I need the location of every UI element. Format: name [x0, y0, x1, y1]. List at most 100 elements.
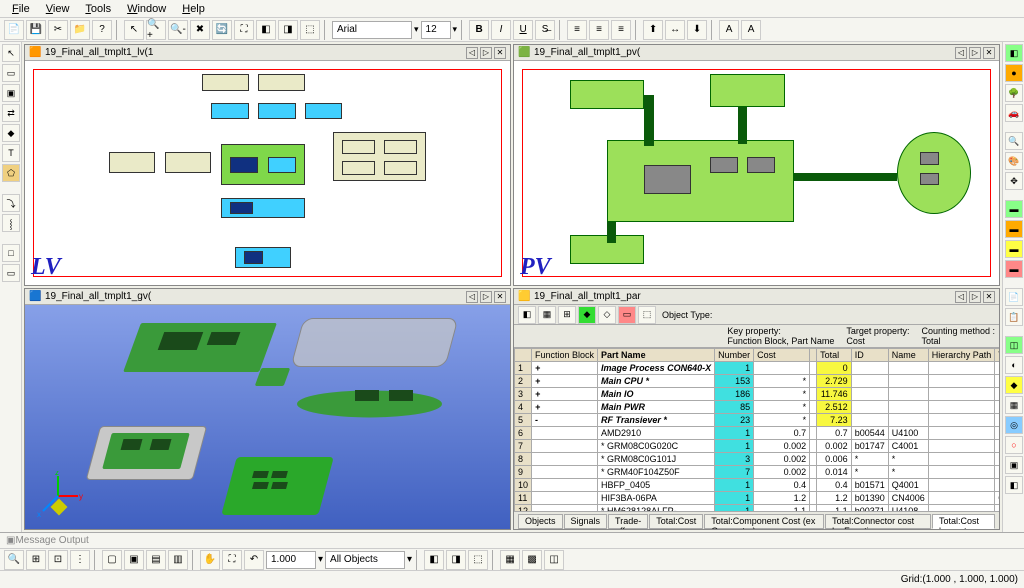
zoom-in-icon[interactable]: 🔍+ [146, 20, 166, 40]
folder-icon[interactable]: 📁 [70, 20, 90, 40]
par-tab[interactable]: Total:Connector cost by Function [825, 514, 931, 529]
rect-icon[interactable]: □ [2, 244, 20, 262]
zoom-input[interactable] [266, 551, 316, 569]
move-icon[interactable]: ✥ [1005, 172, 1023, 190]
text-icon[interactable]: T [2, 144, 20, 162]
view3-icon[interactable]: ⬚ [300, 20, 320, 40]
lv-close[interactable]: ✕ [494, 47, 506, 59]
pv-close[interactable]: ✕ [983, 47, 995, 59]
save-icon[interactable]: 💾 [26, 20, 46, 40]
par-tab[interactable]: Total:Cost [649, 514, 703, 529]
align-mid-icon[interactable]: ↔ [665, 20, 685, 40]
font-size-input[interactable] [421, 21, 451, 39]
doc2-icon[interactable]: 📋 [1005, 308, 1023, 326]
bold-icon[interactable]: B [469, 20, 489, 40]
par-btn5[interactable]: ◇ [598, 306, 616, 324]
axes-gizmo[interactable]: y z x [33, 471, 83, 521]
table-row[interactable]: 3+Main IO 186*11.746 [515, 388, 1000, 401]
menu-file[interactable]: File [4, 1, 38, 17]
bt-sq2-icon[interactable]: ▣ [124, 550, 144, 570]
align-center-icon[interactable]: ≡ [589, 20, 609, 40]
bt-grid1-icon[interactable]: ⊞ [26, 550, 46, 570]
bt-v5-icon[interactable]: ▩ [522, 550, 542, 570]
par-tab[interactable]: Signals [564, 514, 608, 529]
table-row[interactable]: 5-RF Transiever *23*7.23 [515, 414, 1000, 427]
par-tab[interactable]: Total:Component Cost (ex Connector) [704, 514, 824, 529]
view1-icon[interactable]: ◧ [256, 20, 276, 40]
pv-left-arrow[interactable]: ◁ [955, 47, 967, 59]
font-name-input[interactable] [332, 21, 412, 39]
cut-icon[interactable]: ✂ [48, 20, 68, 40]
grid-icon[interactable]: ▦ [1005, 396, 1023, 414]
table-row[interactable]: 6 AMD291010.70.7b00544U4100Electric Comp… [515, 427, 1000, 440]
star-icon[interactable]: ◆ [1005, 376, 1023, 394]
bt-sep-icon[interactable]: ⋮ [70, 550, 90, 570]
filter-input[interactable] [325, 551, 405, 569]
par-tab[interactable]: Trade-off [608, 514, 648, 529]
component-icon[interactable]: ▣ [2, 84, 20, 102]
bg-color-icon[interactable]: A [741, 20, 761, 40]
menu-view[interactable]: View [38, 1, 78, 17]
gv-canvas[interactable]: y z x [25, 305, 510, 529]
bt-crop-icon[interactable]: ⛶ [222, 550, 242, 570]
tree-icon[interactable]: 🌳 [1005, 84, 1023, 102]
par-btn1[interactable]: ◧ [518, 306, 536, 324]
par-tab[interactable]: Total:Cost by part [932, 514, 995, 529]
block-icon[interactable]: ▭ [2, 64, 20, 82]
bt-sq4-icon[interactable]: ▥ [168, 550, 188, 570]
wire-icon[interactable]: ⸾ [2, 214, 20, 232]
lv-left-arrow[interactable]: ◁ [466, 47, 478, 59]
gv-right-arrow[interactable]: ▷ [480, 291, 492, 303]
shape-icon[interactable]: ⬠ [2, 164, 20, 182]
layer2-icon[interactable]: ▬ [1005, 220, 1023, 238]
misc2-icon[interactable]: ◧ [1005, 476, 1023, 494]
par-btn3[interactable]: ⊞ [558, 306, 576, 324]
ring-icon[interactable]: ○ [1005, 436, 1023, 454]
label-icon[interactable]: ▭ [2, 264, 20, 282]
cube-icon[interactable]: ◧ [1005, 44, 1023, 62]
layer3-icon[interactable]: ▬ [1005, 240, 1023, 258]
expand-icon[interactable]: ⛶ [234, 20, 254, 40]
italic-icon[interactable]: I [491, 20, 511, 40]
table-row[interactable]: 2+Main CPU *153*2.729 [515, 375, 1000, 388]
doc1-icon[interactable]: 📄 [1005, 288, 1023, 306]
table-row[interactable]: 11 HIF3BA-06PA11.21.2b01390CN4006Connect… [515, 492, 1000, 505]
bt-v3-icon[interactable]: ⬚ [468, 550, 488, 570]
par-table[interactable]: Function BlockPart NameNumberCostTotalID… [514, 348, 999, 511]
sphere-icon[interactable]: ● [1005, 64, 1023, 82]
gv-left-arrow[interactable]: ◁ [466, 291, 478, 303]
par-tab[interactable]: Objects [518, 514, 563, 529]
par-close[interactable]: ✕ [983, 291, 995, 303]
car-icon[interactable]: 🚗 [1005, 104, 1023, 122]
color-icon[interactable]: 🎨 [1005, 152, 1023, 170]
lv-canvas[interactable]: LV [25, 61, 510, 285]
green-cube-icon[interactable]: ◫ [1005, 336, 1023, 354]
bt-v1-icon[interactable]: ◧ [424, 550, 444, 570]
misc1-icon[interactable]: ▣ [1005, 456, 1023, 474]
table-row[interactable]: 4+Main PWR 85*2.512 [515, 401, 1000, 414]
menu-window[interactable]: Window [119, 1, 174, 17]
align-top-icon[interactable]: ⬆ [643, 20, 663, 40]
font-color-icon[interactable]: A [719, 20, 739, 40]
zoom-out-icon[interactable]: 🔍- [168, 20, 188, 40]
table-row[interactable]: 9* GRM40F104Z50F70.0020.014**Electric Co… [515, 466, 1000, 479]
bt-undo-icon[interactable]: ↶ [244, 550, 264, 570]
table-row[interactable]: 1+Image Process CON640-X10 [515, 362, 1000, 375]
bt-v4-icon[interactable]: ▦ [500, 550, 520, 570]
qmark-icon[interactable]: ◐ [1005, 356, 1023, 374]
fit-icon[interactable]: ✖ [190, 20, 210, 40]
bt-hand-icon[interactable]: ✋ [200, 550, 220, 570]
par-btn4[interactable]: ◆ [578, 306, 596, 324]
gv-close[interactable]: ✕ [494, 291, 506, 303]
bt-grid2-icon[interactable]: ⊡ [48, 550, 68, 570]
strike-icon[interactable]: S̶ [535, 20, 555, 40]
new-icon[interactable]: 📄 [4, 20, 24, 40]
menu-tools[interactable]: Tools [77, 1, 119, 17]
layer1-icon[interactable]: ▬ [1005, 200, 1023, 218]
refresh-icon[interactable]: 🔄 [212, 20, 232, 40]
pv-right-arrow[interactable]: ▷ [969, 47, 981, 59]
bt-sq3-icon[interactable]: ▤ [146, 550, 166, 570]
connect-icon[interactable]: ⤵ [2, 194, 20, 212]
help-icon[interactable]: ? [92, 20, 112, 40]
par-left-arrow[interactable]: ◁ [955, 291, 967, 303]
